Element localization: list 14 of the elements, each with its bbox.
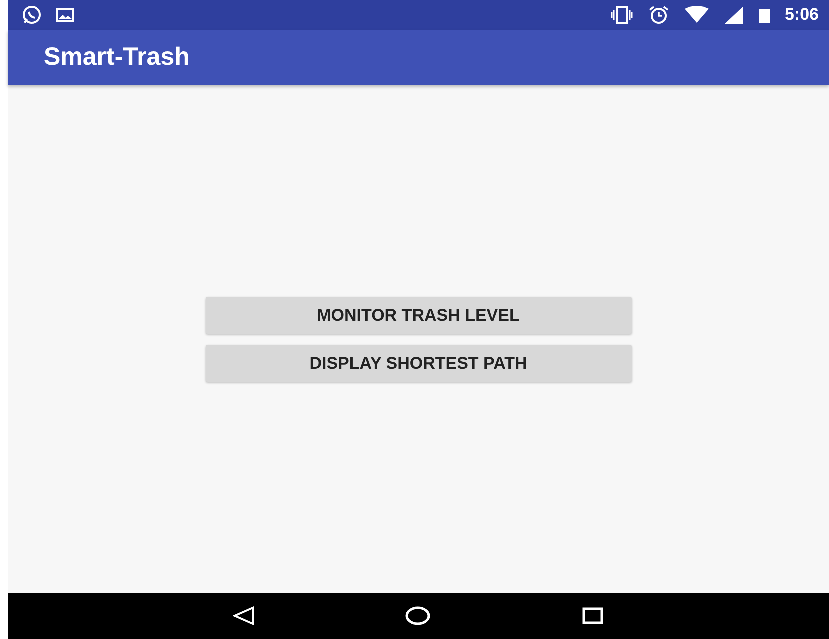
battery-icon: [758, 6, 771, 24]
alarm-icon: [648, 5, 670, 25]
monitor-button[interactable]: MONITOR TRASH LEVEL: [206, 297, 632, 334]
recents-icon[interactable]: [582, 607, 604, 625]
path-button[interactable]: DISPLAY SHORTEST PATH: [206, 345, 632, 382]
image-icon: [56, 6, 74, 24]
wifi-icon: [684, 6, 710, 24]
chat-icon: [22, 5, 42, 25]
home-icon[interactable]: [405, 606, 432, 626]
app-title: Smart-Trash: [44, 43, 190, 72]
signal-icon: [724, 6, 744, 24]
status-time: 5:06: [784, 5, 819, 25]
vibrate-icon: [610, 5, 634, 25]
back-icon[interactable]: [233, 606, 256, 626]
